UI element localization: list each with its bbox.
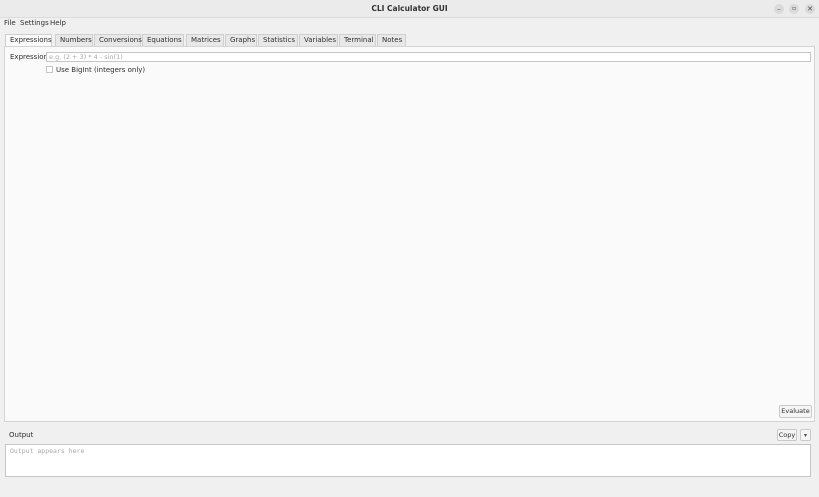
expressions-pane: Expression Use BigInt (integers only) Ev… — [4, 46, 815, 422]
bigint-checkbox[interactable] — [46, 66, 53, 73]
tab-graphs[interactable]: Graphs — [225, 34, 257, 46]
evaluate-button[interactable]: Evaluate — [779, 405, 812, 418]
copy-button[interactable]: Copy — [777, 429, 797, 441]
copy-options-icon[interactable]: ▾ — [800, 429, 811, 441]
menu-settings[interactable]: Settings — [20, 18, 49, 28]
tab-matrices[interactable]: Matrices — [186, 34, 224, 46]
menu-help[interactable]: Help — [50, 18, 66, 28]
window-title: CLI Calculator GUI — [371, 4, 448, 13]
menu-file[interactable]: File — [4, 18, 16, 28]
bigint-label: Use BigInt (integers only) — [56, 66, 146, 74]
tab-bar: Expressions Numbers Conversions Equation… — [5, 34, 815, 47]
minimize-icon[interactable]: – — [774, 4, 784, 14]
tab-numbers[interactable]: Numbers — [55, 34, 93, 46]
expression-input[interactable] — [46, 52, 811, 62]
tab-equations[interactable]: Equations — [142, 34, 184, 46]
output-label: Output — [9, 431, 34, 439]
tab-statistics[interactable]: Statistics — [258, 34, 298, 46]
menu-bar: File Settings Help — [0, 18, 819, 28]
output-textarea[interactable] — [5, 444, 811, 477]
maximize-icon[interactable]: ▫ — [789, 4, 799, 14]
expression-label: Expression — [10, 53, 48, 61]
tab-variables[interactable]: Variables — [299, 34, 338, 46]
tab-conversions[interactable]: Conversions — [94, 34, 142, 46]
close-icon[interactable]: ✕ — [805, 4, 815, 14]
tab-notes[interactable]: Notes — [377, 34, 406, 46]
title-bar: CLI Calculator GUI – ▫ ✕ — [0, 0, 819, 18]
tab-terminal[interactable]: Terminal — [339, 34, 376, 46]
